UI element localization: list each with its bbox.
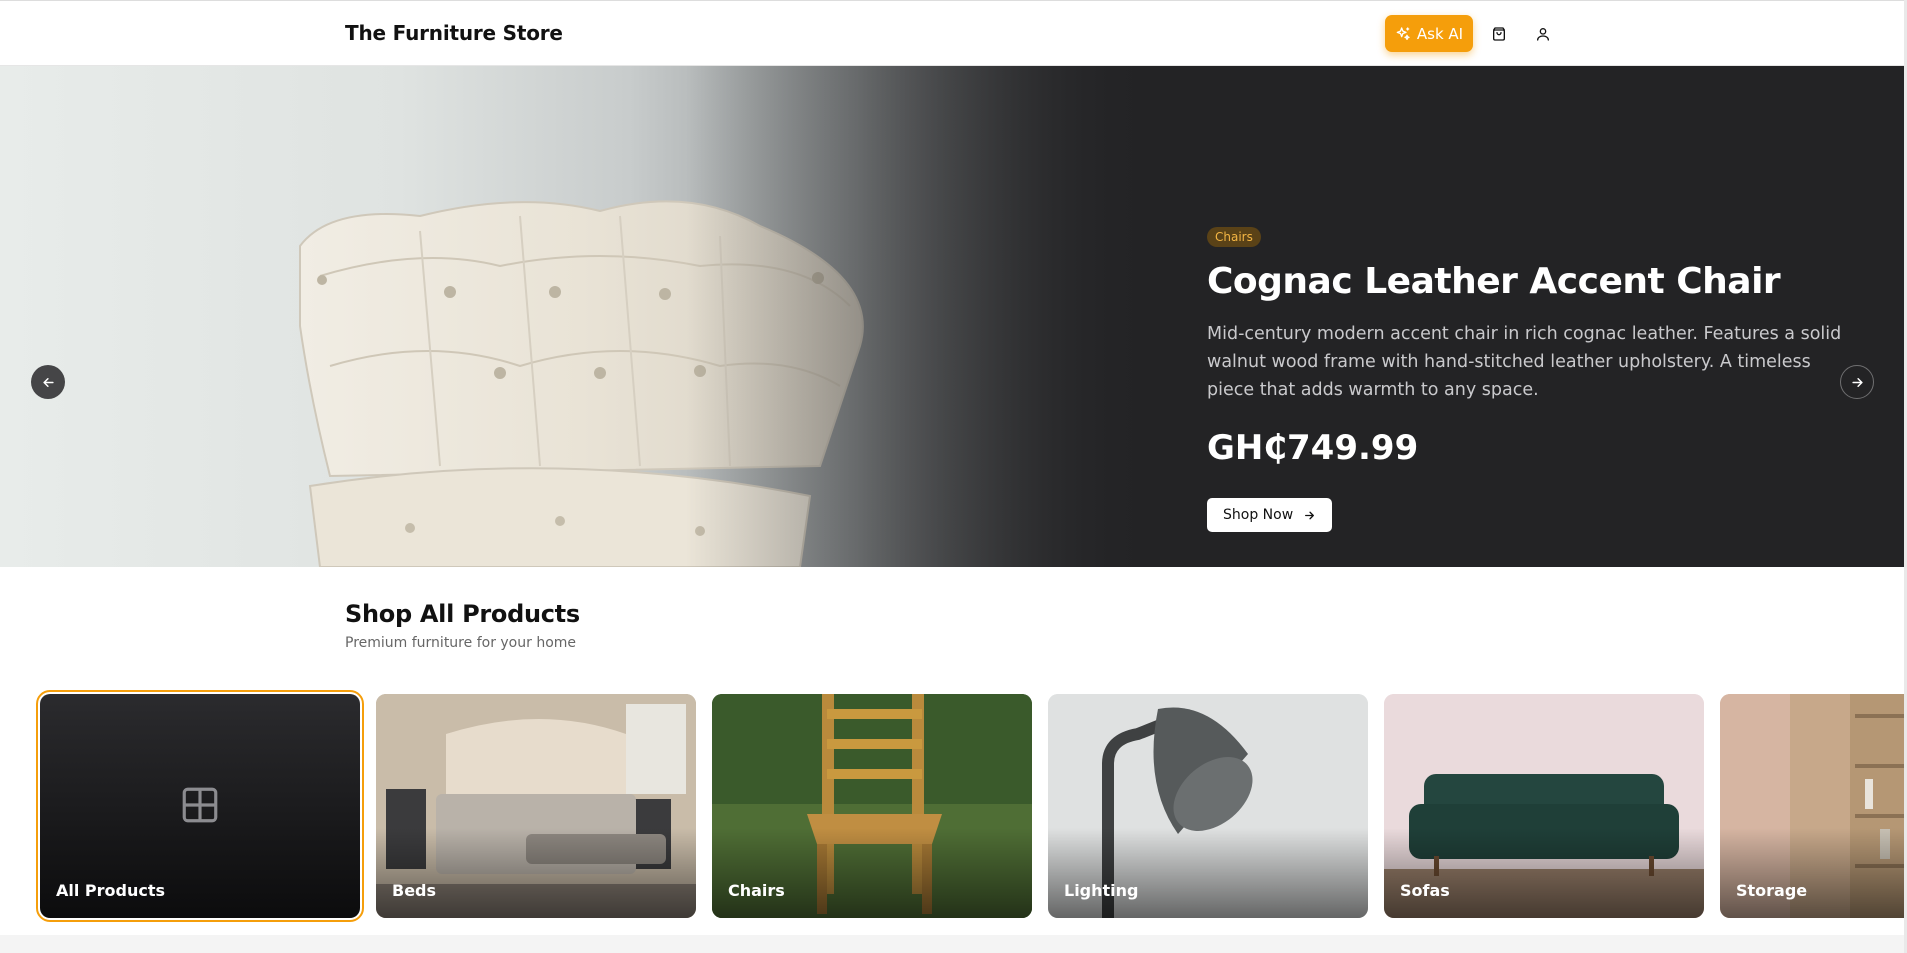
ask-ai-button[interactable]: Ask AI [1385,15,1473,52]
category-card-storage[interactable]: Storage [1720,694,1907,918]
hero-image-overlay [0,66,1143,567]
brand-logo[interactable]: The Furniture Store [345,21,563,45]
category-label: Chairs [728,881,785,900]
category-label: Storage [1736,881,1808,900]
page-footer-edge [0,935,1907,953]
arrow-right-icon [1305,511,1315,519]
category-label: Lighting [1064,881,1139,900]
site-header: The Furniture Store Ask AI [0,0,1907,66]
product-description: Mid-century modern accent chair in rich … [1207,324,1842,400]
account-button[interactable] [1530,21,1556,47]
category-label: Sofas [1400,881,1450,900]
shop-now-button[interactable]: Shop Now [1207,498,1333,532]
ask-ai-label: Ask AI [1416,24,1464,43]
category-label: Beds [392,881,437,900]
category-card-chairs[interactable]: Chairs [712,694,1032,918]
section-subtitle: Premium furniture for your home [345,635,577,651]
card-shade [376,828,696,918]
category-card-all-products[interactable]: All Products [36,690,364,922]
product-title: Cognac Leather Accent Chair [1207,261,1781,302]
sparkles-icon [1396,26,1410,40]
grid-icon [182,787,218,823]
category-badge: Chairs [1207,227,1261,247]
cart-button[interactable] [1486,21,1512,47]
category-label: All Products [56,881,166,900]
card-shade [1048,828,1368,918]
arrow-right-icon [1851,377,1863,387]
category-card-lighting[interactable]: Lighting [1048,694,1368,918]
card-shade [1384,828,1704,918]
product-price: GH₵749.99 [1207,428,1419,468]
card-shade [1720,828,1907,918]
category-card-sofas[interactable]: Sofas [1384,694,1704,918]
arrow-left-icon [42,377,54,387]
hero-product-details: Chairs Cognac Leather Accent Chair Mid-c… [1207,226,1847,532]
carousel-prev-button[interactable] [31,365,65,399]
shopping-bag-icon [1493,27,1505,41]
shop-now-label: Shop Now [1223,507,1294,523]
category-carousel: All Products Beds Chairs Lighting Sofas … [36,690,1907,922]
card-shade [712,828,1032,918]
category-card-beds[interactable]: Beds [376,694,696,918]
user-icon [1537,28,1549,41]
hero-carousel: Chairs Cognac Leather Accent Chair Mid-c… [0,66,1907,567]
section-title: Shop All Products [345,600,580,628]
